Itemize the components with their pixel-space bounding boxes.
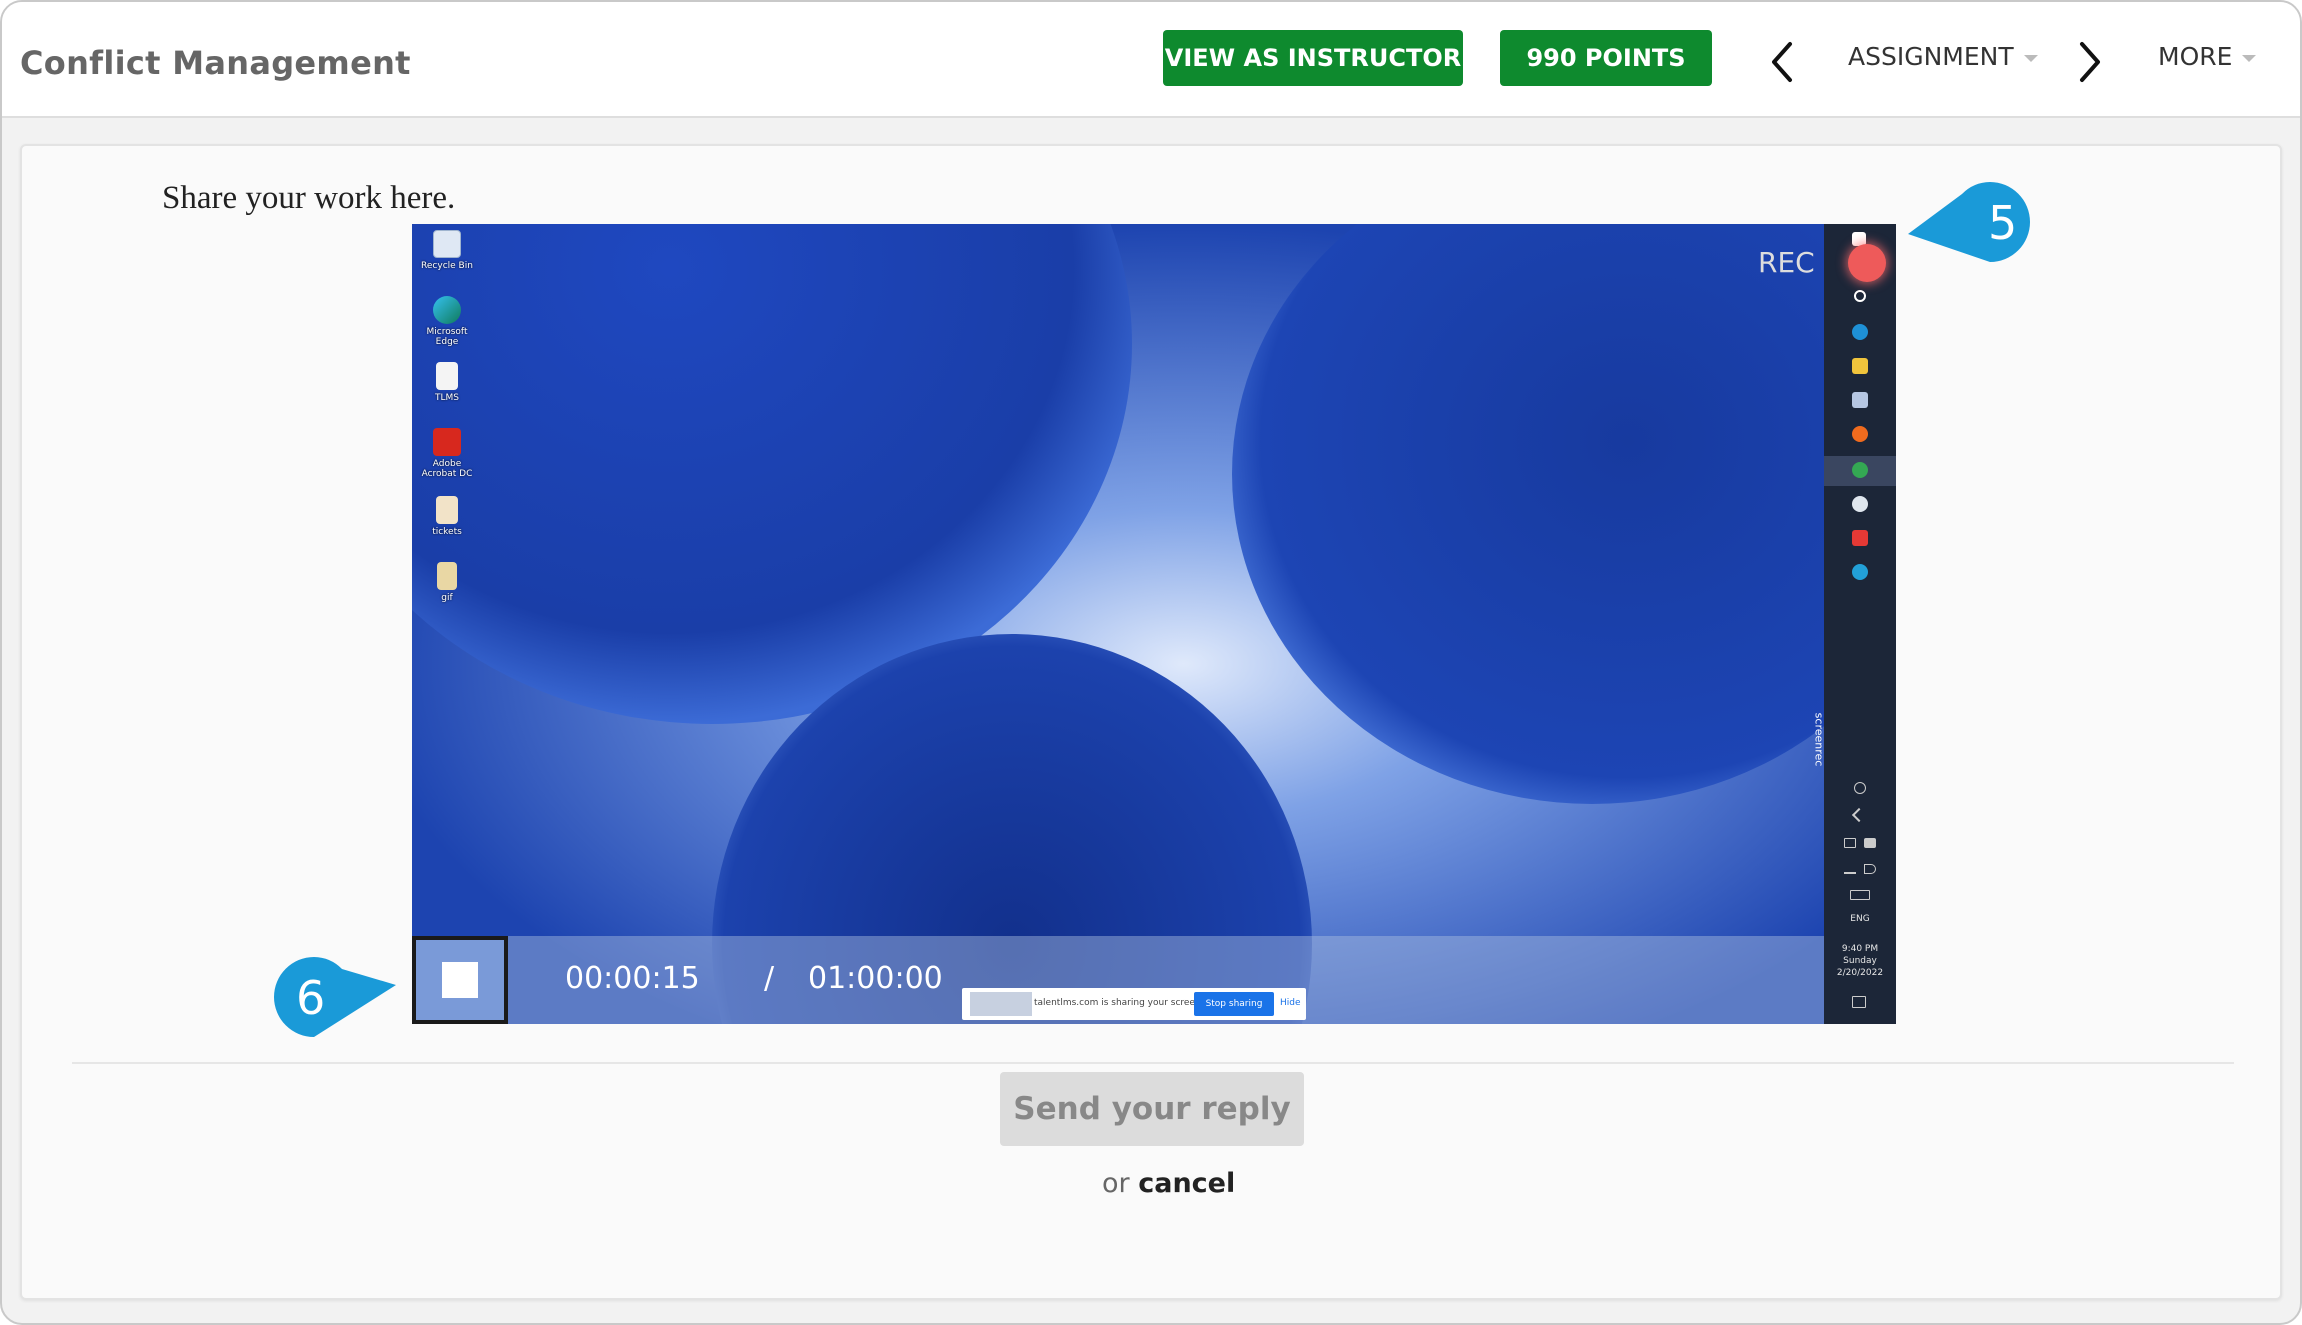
desktop-icon-tlms[interactable]: TLMS <box>414 362 480 403</box>
network-icon[interactable] <box>1844 838 1856 848</box>
cancel-row: or cancel <box>1102 1168 1235 1199</box>
stop-recording-button[interactable] <box>412 936 508 1024</box>
more-menu-label: MORE <box>2158 42 2233 71</box>
assignment-menu-label: ASSIGNMENT <box>1848 42 2014 71</box>
stop-icon <box>442 962 478 998</box>
recycle-bin-icon <box>433 230 461 258</box>
assignment-prompt: Share your work here. <box>162 180 456 216</box>
language-indicator[interactable]: ENG <box>1824 914 1896 925</box>
callout-step-5: 5 <box>1906 180 2032 264</box>
course-title: Conflict Management <box>20 44 411 82</box>
share-notice-text: talentlms.com is sharing your screen. <box>1034 998 1204 1008</box>
screenrec-tag-label: screenrec <box>1812 712 1826 766</box>
desktop-icon-acrobat[interactable]: Adobe Acrobat DC <box>414 428 480 479</box>
send-reply-button[interactable]: Send your reply <box>1000 1072 1304 1146</box>
screenrec-tag: screenrec <box>1812 684 1826 794</box>
recording-indicator-icon <box>1848 244 1886 282</box>
desktop-icon-label: Microsoft Edge <box>426 327 468 347</box>
app-window: Conflict Management VIEW AS INSTRUCTOR 9… <box>0 0 2302 1325</box>
caret-down-icon <box>2023 54 2038 62</box>
caret-down-icon <box>2242 54 2257 62</box>
file-icon <box>437 562 457 590</box>
screen-share-notice: talentlms.com is sharing your screen. St… <box>962 988 1306 1020</box>
desktop-icon-gif[interactable]: gif <box>414 562 480 603</box>
desktop-icon-tickets[interactable]: tickets <box>414 496 480 537</box>
chrome-icon[interactable] <box>1852 462 1868 478</box>
search-icon[interactable] <box>1854 290 1866 302</box>
file-icon <box>436 496 458 524</box>
volume-icon[interactable] <box>1864 864 1876 874</box>
chevron-left-icon <box>1772 42 1792 82</box>
callout-number: 5 <box>1988 196 2018 250</box>
clock-time: 9:40 PM <box>1841 944 1879 954</box>
desktop-icon-label: tickets <box>432 527 462 537</box>
file-icon <box>436 362 458 390</box>
screenrec-app-icon[interactable] <box>1852 530 1868 546</box>
clock-day: Sunday <box>1843 956 1877 966</box>
cloud-app-icon[interactable] <box>1852 496 1868 512</box>
wifi-icon[interactable] <box>1844 864 1856 874</box>
desktop-icon-label: TLMS <box>435 393 459 403</box>
chevron-left-icon[interactable] <box>1851 807 1867 823</box>
hide-link[interactable]: Hide <box>1280 998 1301 1008</box>
cancel-link[interactable]: cancel <box>1138 1168 1235 1199</box>
max-time: 01:00:00 <box>808 961 943 996</box>
edge-icon[interactable] <box>1852 564 1868 580</box>
acrobat-icon <box>433 428 461 456</box>
next-unit-button[interactable] <box>2070 38 2110 86</box>
callout-step-6: 6 <box>272 955 398 1039</box>
elapsed-time: 00:00:15 <box>565 961 700 996</box>
desktop-icon-label: Recycle Bin <box>421 261 473 271</box>
chevron-right-icon <box>2080 42 2100 82</box>
desktop-icon-recycle-bin[interactable]: Recycle Bin <box>414 230 480 271</box>
file-explorer-icon[interactable] <box>1852 358 1868 374</box>
desktop-icon-edge[interactable]: Microsoft Edge <box>414 296 480 347</box>
firefox-icon[interactable] <box>1852 426 1868 442</box>
calculator-icon[interactable] <box>1852 392 1868 408</box>
rec-label: REC <box>1758 246 1815 279</box>
people-icon[interactable] <box>1854 782 1866 794</box>
desktop-icon-label: gif <box>441 593 453 603</box>
redacted-area <box>970 992 1032 1016</box>
points-button[interactable]: 990 POINTS <box>1500 30 1712 86</box>
callout-number: 6 <box>296 971 326 1025</box>
divider <box>72 1062 2234 1064</box>
top-bar: Conflict Management VIEW AS INSTRUCTOR 9… <box>2 2 2300 118</box>
screen-recorder-preview: Recycle Bin Microsoft Edge TLMS Adobe Ac… <box>412 224 1896 1024</box>
keyboard-icon[interactable] <box>1850 890 1870 900</box>
skype-icon[interactable] <box>1852 324 1868 340</box>
windows-taskbar: ENG 9:40 PM Sunday 2/20/2022 <box>1824 224 1896 1024</box>
previous-unit-button[interactable] <box>1762 38 1802 86</box>
battery-icon[interactable] <box>1864 838 1876 848</box>
stop-sharing-button[interactable]: Stop sharing <box>1194 992 1274 1016</box>
assignment-card: Share your work here. Recycle Bin Micros… <box>20 144 2282 1300</box>
or-text: or <box>1102 1168 1130 1199</box>
clock-date: 2/20/2022 <box>1836 968 1884 978</box>
more-menu[interactable]: MORE <box>2158 42 2257 71</box>
desktop-wallpaper <box>412 224 1896 1024</box>
time-separator: / <box>764 961 775 996</box>
desktop-icon-label: Adobe Acrobat DC <box>421 459 473 479</box>
view-as-instructor-button[interactable]: VIEW AS INSTRUCTOR <box>1163 30 1463 86</box>
edge-icon <box>433 296 461 324</box>
assignment-menu[interactable]: ASSIGNMENT <box>1848 42 2038 71</box>
callout-marker-icon <box>274 957 396 1037</box>
notifications-icon[interactable] <box>1852 996 1866 1008</box>
